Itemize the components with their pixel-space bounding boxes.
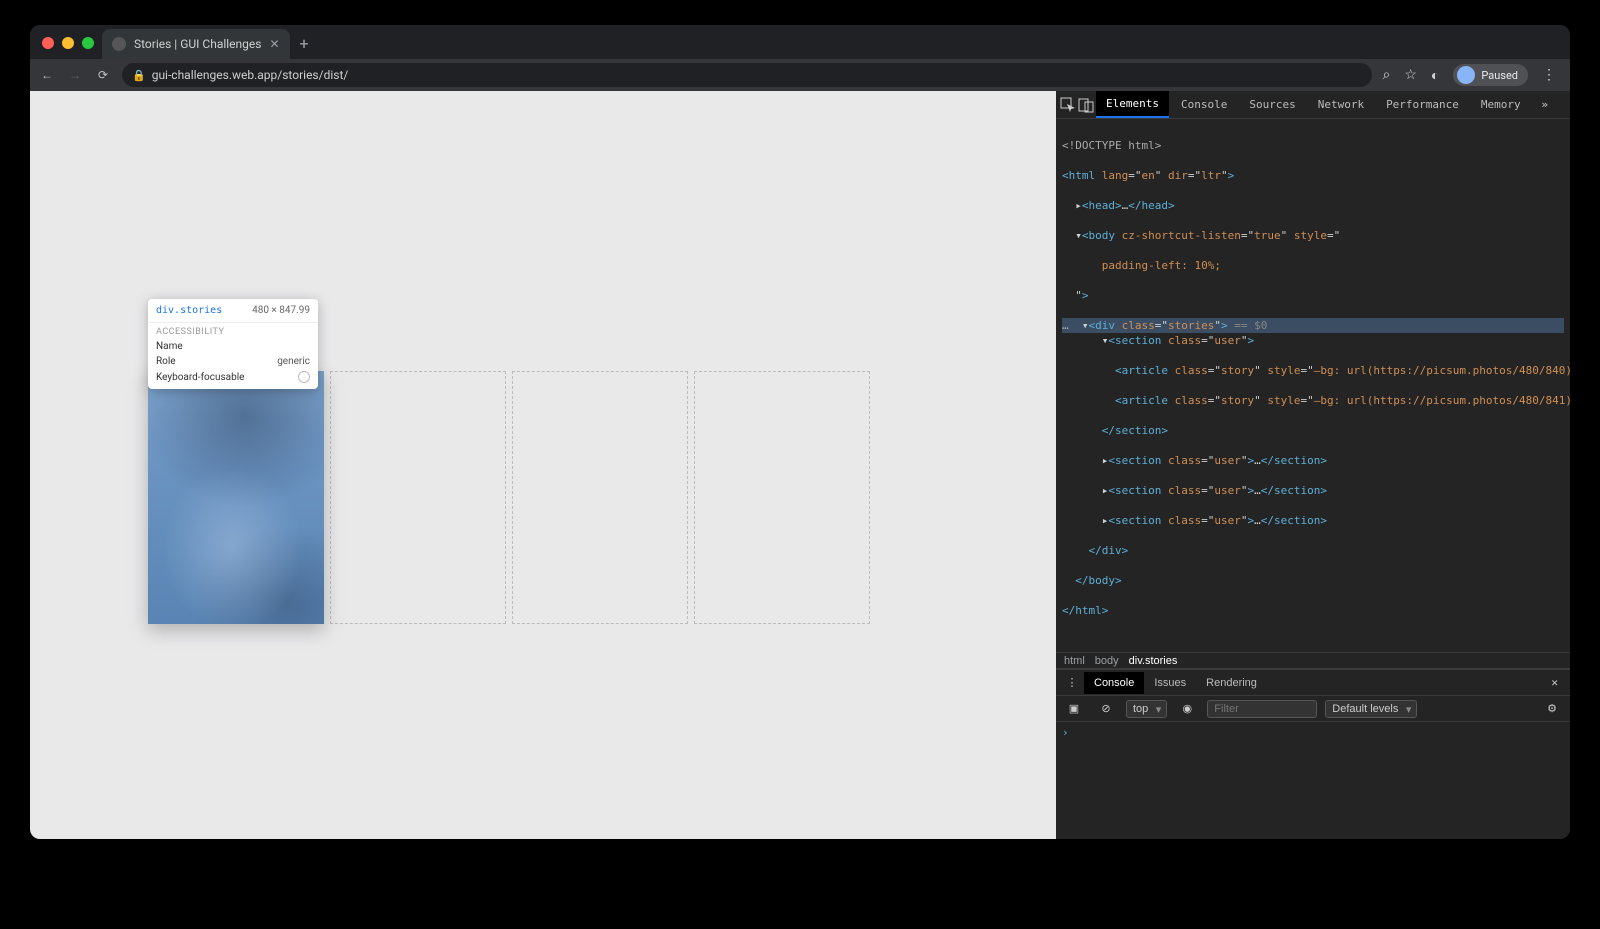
tab-strip: Stories | GUI Challenges ✕ +: [30, 25, 1570, 59]
favicon-icon: [112, 37, 126, 51]
bookmark-icon[interactable]: ☆: [1404, 67, 1417, 83]
drawer-menu-icon[interactable]: ⋮: [1060, 671, 1084, 695]
story-card[interactable]: [512, 371, 688, 624]
tooltip-name-label: Name: [156, 341, 183, 352]
context-selector[interactable]: top: [1126, 700, 1167, 718]
body-style-value: padding-left: 10%;: [1102, 259, 1221, 272]
crumb-html[interactable]: html: [1064, 655, 1085, 667]
toolbar-right: ⌕ ☆ ◐ Paused ⋮: [1382, 64, 1562, 86]
back-button[interactable]: ←: [38, 68, 56, 82]
search-icon[interactable]: ⌕: [1382, 67, 1390, 83]
device-toolbar-icon[interactable]: [1078, 93, 1094, 117]
story-card-highlighted[interactable]: [148, 371, 324, 624]
tooltip-role-value: generic: [277, 356, 310, 367]
tooltip-selector: div.stories: [156, 305, 222, 316]
lock-icon: 🔒: [132, 69, 146, 82]
inspect-element-icon[interactable]: [1060, 93, 1076, 117]
console-prompt: ›: [1062, 726, 1069, 739]
tab-memory[interactable]: Memory: [1471, 92, 1531, 117]
tooltip-focusable-label: Keyboard-focusable: [156, 372, 244, 383]
close-tab-icon[interactable]: ✕: [269, 37, 279, 51]
drawer-close-icon[interactable]: ✕: [1543, 672, 1566, 693]
profile-label: Paused: [1481, 69, 1518, 82]
stories-container: [148, 371, 870, 624]
maximize-window-icon[interactable]: [82, 37, 94, 49]
story-card[interactable]: [330, 371, 506, 624]
story-card[interactable]: [694, 371, 870, 624]
profile-chip[interactable]: Paused: [1453, 64, 1528, 86]
window-controls: [38, 37, 102, 59]
extension-icon[interactable]: ◐: [1431, 67, 1439, 84]
more-tabs-icon[interactable]: »: [1533, 93, 1557, 117]
devtools-panel: Elements Console Sources Network Perform…: [1056, 91, 1570, 839]
minimize-window-icon[interactable]: [62, 37, 74, 49]
dom-tree[interactable]: <!DOCTYPE html> <html lang="en" dir="ltr…: [1056, 119, 1570, 652]
new-tab-button[interactable]: +: [290, 34, 319, 59]
drawer-tab-issues[interactable]: Issues: [1144, 672, 1196, 694]
tooltip-role-label: Role: [156, 356, 176, 367]
tab-console[interactable]: Console: [1171, 92, 1237, 117]
console-filter-bar: ▣ ⊘ top ◉ Default levels ⚙: [1056, 696, 1570, 722]
avatar-icon: [1457, 66, 1475, 84]
rendered-page: div.stories 480 × 847.99 ACCESSIBILITY N…: [30, 91, 1056, 839]
drawer-tab-console[interactable]: Console: [1084, 672, 1144, 694]
browser-tab[interactable]: Stories | GUI Challenges ✕: [102, 29, 290, 59]
settings-icon[interactable]: ⚙: [1563, 93, 1570, 117]
drawer-tabs: ⋮ Console Issues Rendering ✕: [1056, 670, 1570, 696]
console-body[interactable]: ›: [1056, 722, 1570, 839]
log-levels-selector[interactable]: Default levels: [1325, 700, 1417, 718]
live-expression-icon[interactable]: ◉: [1175, 697, 1199, 721]
drawer-tab-rendering[interactable]: Rendering: [1196, 672, 1267, 694]
crumb-current[interactable]: div.stories: [1129, 655, 1178, 667]
dom-doctype: <!DOCTYPE html>: [1062, 139, 1161, 152]
sidebar-toggle-icon[interactable]: ▣: [1062, 697, 1086, 721]
kebab-menu-icon[interactable]: ⋮: [1542, 67, 1556, 83]
tooltip-acc-header: ACCESSIBILITY: [148, 323, 318, 339]
devtools-tabbar: Elements Console Sources Network Perform…: [1056, 91, 1570, 119]
url-text: gui-challenges.web.app/stories/dist/: [152, 68, 349, 82]
focusable-indicator-icon: [298, 371, 310, 383]
console-settings-icon[interactable]: ⚙: [1540, 697, 1564, 721]
reload-button[interactable]: ⟳: [94, 68, 112, 82]
tab-elements[interactable]: Elements: [1096, 91, 1169, 118]
dom-breadcrumbs: html body div.stories: [1056, 652, 1570, 669]
console-drawer: ⋮ Console Issues Rendering ✕ ▣ ⊘ top ◉ D…: [1056, 669, 1570, 839]
tab-performance[interactable]: Performance: [1376, 92, 1469, 117]
crumb-body[interactable]: body: [1095, 655, 1119, 667]
tooltip-dimensions: 480 × 847.99: [252, 305, 310, 316]
tab-title: Stories | GUI Challenges: [134, 37, 261, 51]
browser-toolbar: ← → ⟳ 🔒 gui-challenges.web.app/stories/d…: [30, 59, 1570, 91]
content-split: div.stories 480 × 847.99 ACCESSIBILITY N…: [30, 91, 1570, 839]
tab-network[interactable]: Network: [1308, 92, 1374, 117]
forward-button[interactable]: →: [66, 68, 84, 82]
clear-console-icon[interactable]: ⊘: [1094, 697, 1118, 721]
element-inspector-tooltip: div.stories 480 × 847.99 ACCESSIBILITY N…: [148, 299, 318, 389]
console-filter-input[interactable]: [1207, 700, 1317, 718]
tab-sources[interactable]: Sources: [1239, 92, 1305, 117]
close-window-icon[interactable]: [42, 37, 54, 49]
address-bar[interactable]: 🔒 gui-challenges.web.app/stories/dist/: [122, 63, 1372, 87]
browser-window: Stories | GUI Challenges ✕ + ← → ⟳ 🔒 gui…: [30, 25, 1570, 839]
